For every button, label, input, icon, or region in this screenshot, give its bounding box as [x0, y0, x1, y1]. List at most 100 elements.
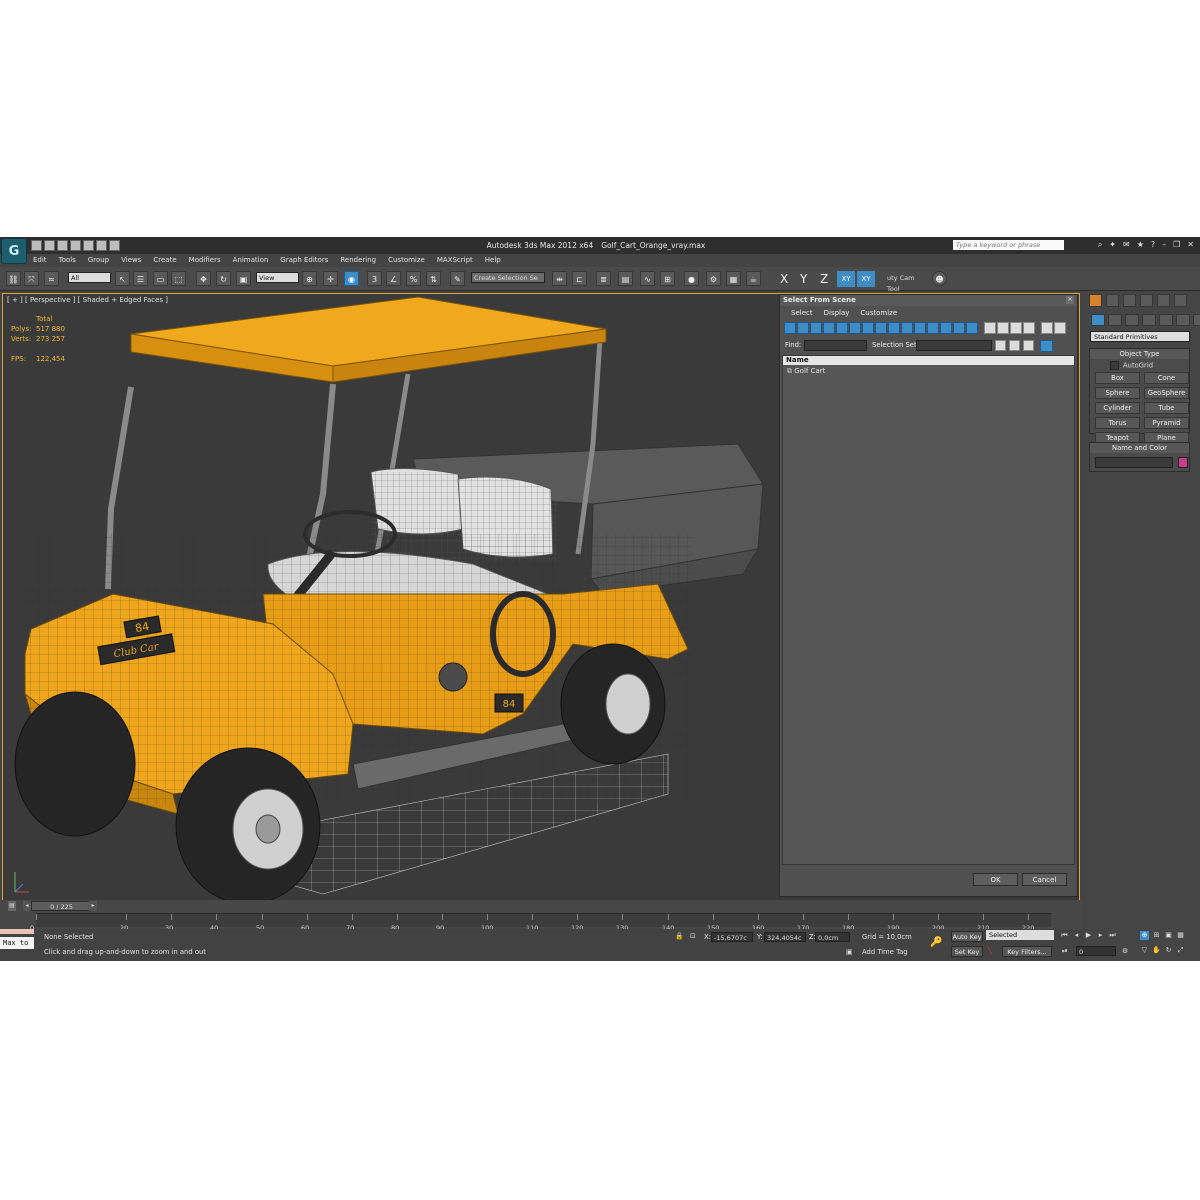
axis-xy-button[interactable]: XY	[837, 271, 855, 287]
communication-icon[interactable]: ✉	[1123, 240, 1130, 250]
axis-x-button[interactable]: X	[780, 272, 788, 286]
display-lights-icon[interactable]	[810, 322, 822, 334]
cancel-button[interactable]: Cancel	[1022, 873, 1067, 886]
display-tab-icon[interactable]	[1157, 294, 1170, 307]
display-cameras-icon[interactable]	[823, 322, 835, 334]
rendered-frame-window-icon[interactable]: ▦	[726, 271, 741, 286]
select-by-name-icon[interactable]: ☰	[133, 271, 148, 286]
pan-view-icon[interactable]: ✋	[1152, 946, 1161, 955]
camera-tool-icon[interactable]: ☻	[932, 271, 947, 286]
display-none-icon[interactable]	[953, 322, 965, 334]
lock-selection-icon[interactable]: 🔒	[675, 932, 683, 940]
display-space-warps-icon[interactable]	[849, 322, 861, 334]
display-helpers-icon[interactable]	[836, 322, 848, 334]
play-icon[interactable]: ▶	[1084, 931, 1093, 940]
primitive-geosphere-button[interactable]: GeoSphere	[1144, 387, 1189, 399]
menu-item-rendering[interactable]: Rendering	[334, 254, 382, 266]
utilities-tab-icon[interactable]	[1174, 294, 1187, 307]
maximize-viewport-icon[interactable]: ⤢	[1176, 946, 1185, 955]
subscription-icon[interactable]: ✦	[1109, 240, 1116, 250]
zoom-extents-icon[interactable]: ▣	[1164, 931, 1173, 940]
layer-manager-icon[interactable]: ≣	[596, 271, 611, 286]
select-link-icon[interactable]: ⛓	[6, 271, 21, 286]
go-to-start-icon[interactable]: ⏮	[1060, 931, 1069, 940]
dialog-menu-customize[interactable]: Customize	[860, 309, 897, 317]
curve-editor-icon[interactable]: ∿	[640, 271, 655, 286]
time-configuration-icon[interactable]: ⚙	[1122, 947, 1128, 955]
spinner-snap-icon[interactable]: ⇅	[426, 271, 441, 286]
primitive-cone-button[interactable]: Cone	[1144, 372, 1189, 384]
percent-snap-icon[interactable]: %	[406, 271, 421, 286]
menu-item-edit[interactable]: Edit	[27, 254, 53, 266]
material-editor-icon[interactable]: ●	[684, 271, 699, 286]
display-frozen-icon[interactable]	[914, 322, 926, 334]
dialog-close-icon[interactable]: ✕	[1066, 296, 1074, 304]
scene-object-list[interactable]: Name ⧉ Golf Cart	[782, 355, 1075, 865]
primitive-torus-button[interactable]: Torus	[1095, 417, 1140, 429]
maxscript-listener-bar[interactable]	[0, 929, 34, 934]
selection-key-dropdown[interactable]: Selected	[986, 930, 1054, 940]
modify-tab-icon[interactable]	[1106, 294, 1119, 307]
orbit-icon[interactable]: ↻	[1164, 946, 1173, 955]
snaps-toggle-icon[interactable]: 3	[367, 271, 382, 286]
primitive-type-dropdown[interactable]: Standard Primitives	[1090, 331, 1190, 342]
z-coordinate-field[interactable]: 0,0cm	[815, 932, 850, 942]
menu-item-graph-editors[interactable]: Graph Editors	[274, 254, 334, 266]
ok-button[interactable]: OK	[973, 873, 1018, 886]
axis-xy-cycle-button[interactable]: XY	[857, 271, 875, 287]
shapes-category-icon[interactable]	[1108, 314, 1122, 326]
display-bones-icon[interactable]	[888, 322, 900, 334]
hierarchy-tab-icon[interactable]	[1123, 294, 1136, 307]
zoom-icon[interactable]: ⊕	[1140, 931, 1149, 940]
selection-set-icon-2[interactable]	[1009, 340, 1020, 351]
display-invert-icon[interactable]	[966, 322, 978, 334]
next-frame-arrow-icon[interactable]: ▸	[89, 901, 97, 911]
schematic-view-icon[interactable]: ⊞	[660, 271, 675, 286]
camera-tool-dropdown[interactable]: uty Cam Tool	[884, 272, 929, 293]
render-setup-icon[interactable]: ⚙	[706, 271, 721, 286]
previous-key-icon[interactable]: ◂	[1072, 931, 1081, 940]
key-mode-icon[interactable]: ⏯	[1062, 947, 1067, 956]
primitive-cylinder-button[interactable]: Cylinder	[1095, 402, 1140, 414]
unlink-icon[interactable]: ⤧	[24, 271, 39, 286]
select-invert-icon[interactable]	[1010, 322, 1022, 334]
zoom-all-icon[interactable]: ⊞	[1152, 931, 1161, 940]
list-item[interactable]: ⧉ Golf Cart	[787, 367, 825, 376]
go-to-end-icon[interactable]: ⏭	[1108, 931, 1117, 940]
rectangular-selection-icon[interactable]: ▭	[153, 271, 168, 286]
time-tag-icon[interactable]: ▣	[846, 948, 852, 956]
current-frame-field[interactable]: 0	[1076, 946, 1116, 956]
display-containers-icon[interactable]	[901, 322, 913, 334]
scale-icon[interactable]: ▣	[236, 271, 251, 286]
axis-y-button[interactable]: Y	[800, 272, 807, 286]
add-time-tag[interactable]: Add Time Tag	[862, 948, 908, 956]
menu-item-create[interactable]: Create	[147, 254, 182, 266]
sync-selection-icon[interactable]	[1023, 322, 1035, 334]
lights-category-icon[interactable]	[1125, 314, 1139, 326]
rotate-icon[interactable]: ↻	[216, 271, 231, 286]
align-icon[interactable]: ⊏	[572, 271, 587, 286]
default-in-out-tangents-icon[interactable]: ╲	[988, 947, 992, 955]
named-selection-set-input[interactable]: Create Selection Se	[471, 272, 545, 283]
previous-frame-arrow-icon[interactable]: ◂	[23, 901, 31, 911]
bind-space-warp-icon[interactable]: ≈	[44, 271, 59, 286]
select-object-icon[interactable]: ↖	[115, 271, 130, 286]
space-warps-category-icon[interactable]	[1176, 314, 1190, 326]
dialog-menu-select[interactable]: Select	[791, 309, 813, 317]
primitive-box-button[interactable]: Box	[1095, 372, 1140, 384]
timeline-track[interactable]: 0 20 30 40 50 60 70 80 90 100 110 120 130 140 150 160 17…	[30, 913, 1051, 932]
next-key-icon[interactable]: ▸	[1096, 931, 1105, 940]
selection-set-icon-4[interactable]	[1040, 340, 1053, 352]
edit-named-selection-icon[interactable]: ✎	[450, 271, 465, 286]
axis-z-button[interactable]: Z	[820, 272, 828, 286]
motion-tab-icon[interactable]	[1140, 294, 1153, 307]
minimize-icon[interactable]: –	[1162, 240, 1166, 250]
graphite-modeling-icon[interactable]: ▤	[618, 271, 633, 286]
window-crossing-icon[interactable]: ⬚	[171, 271, 186, 286]
menu-item-maxscript[interactable]: MAXScript	[431, 254, 479, 266]
absolute-mode-icon[interactable]: ⊡	[690, 932, 696, 940]
menu-item-customize[interactable]: Customize	[382, 254, 431, 266]
select-none-icon[interactable]	[997, 322, 1009, 334]
helpers-category-icon[interactable]	[1159, 314, 1173, 326]
object-color-swatch[interactable]	[1178, 457, 1188, 468]
